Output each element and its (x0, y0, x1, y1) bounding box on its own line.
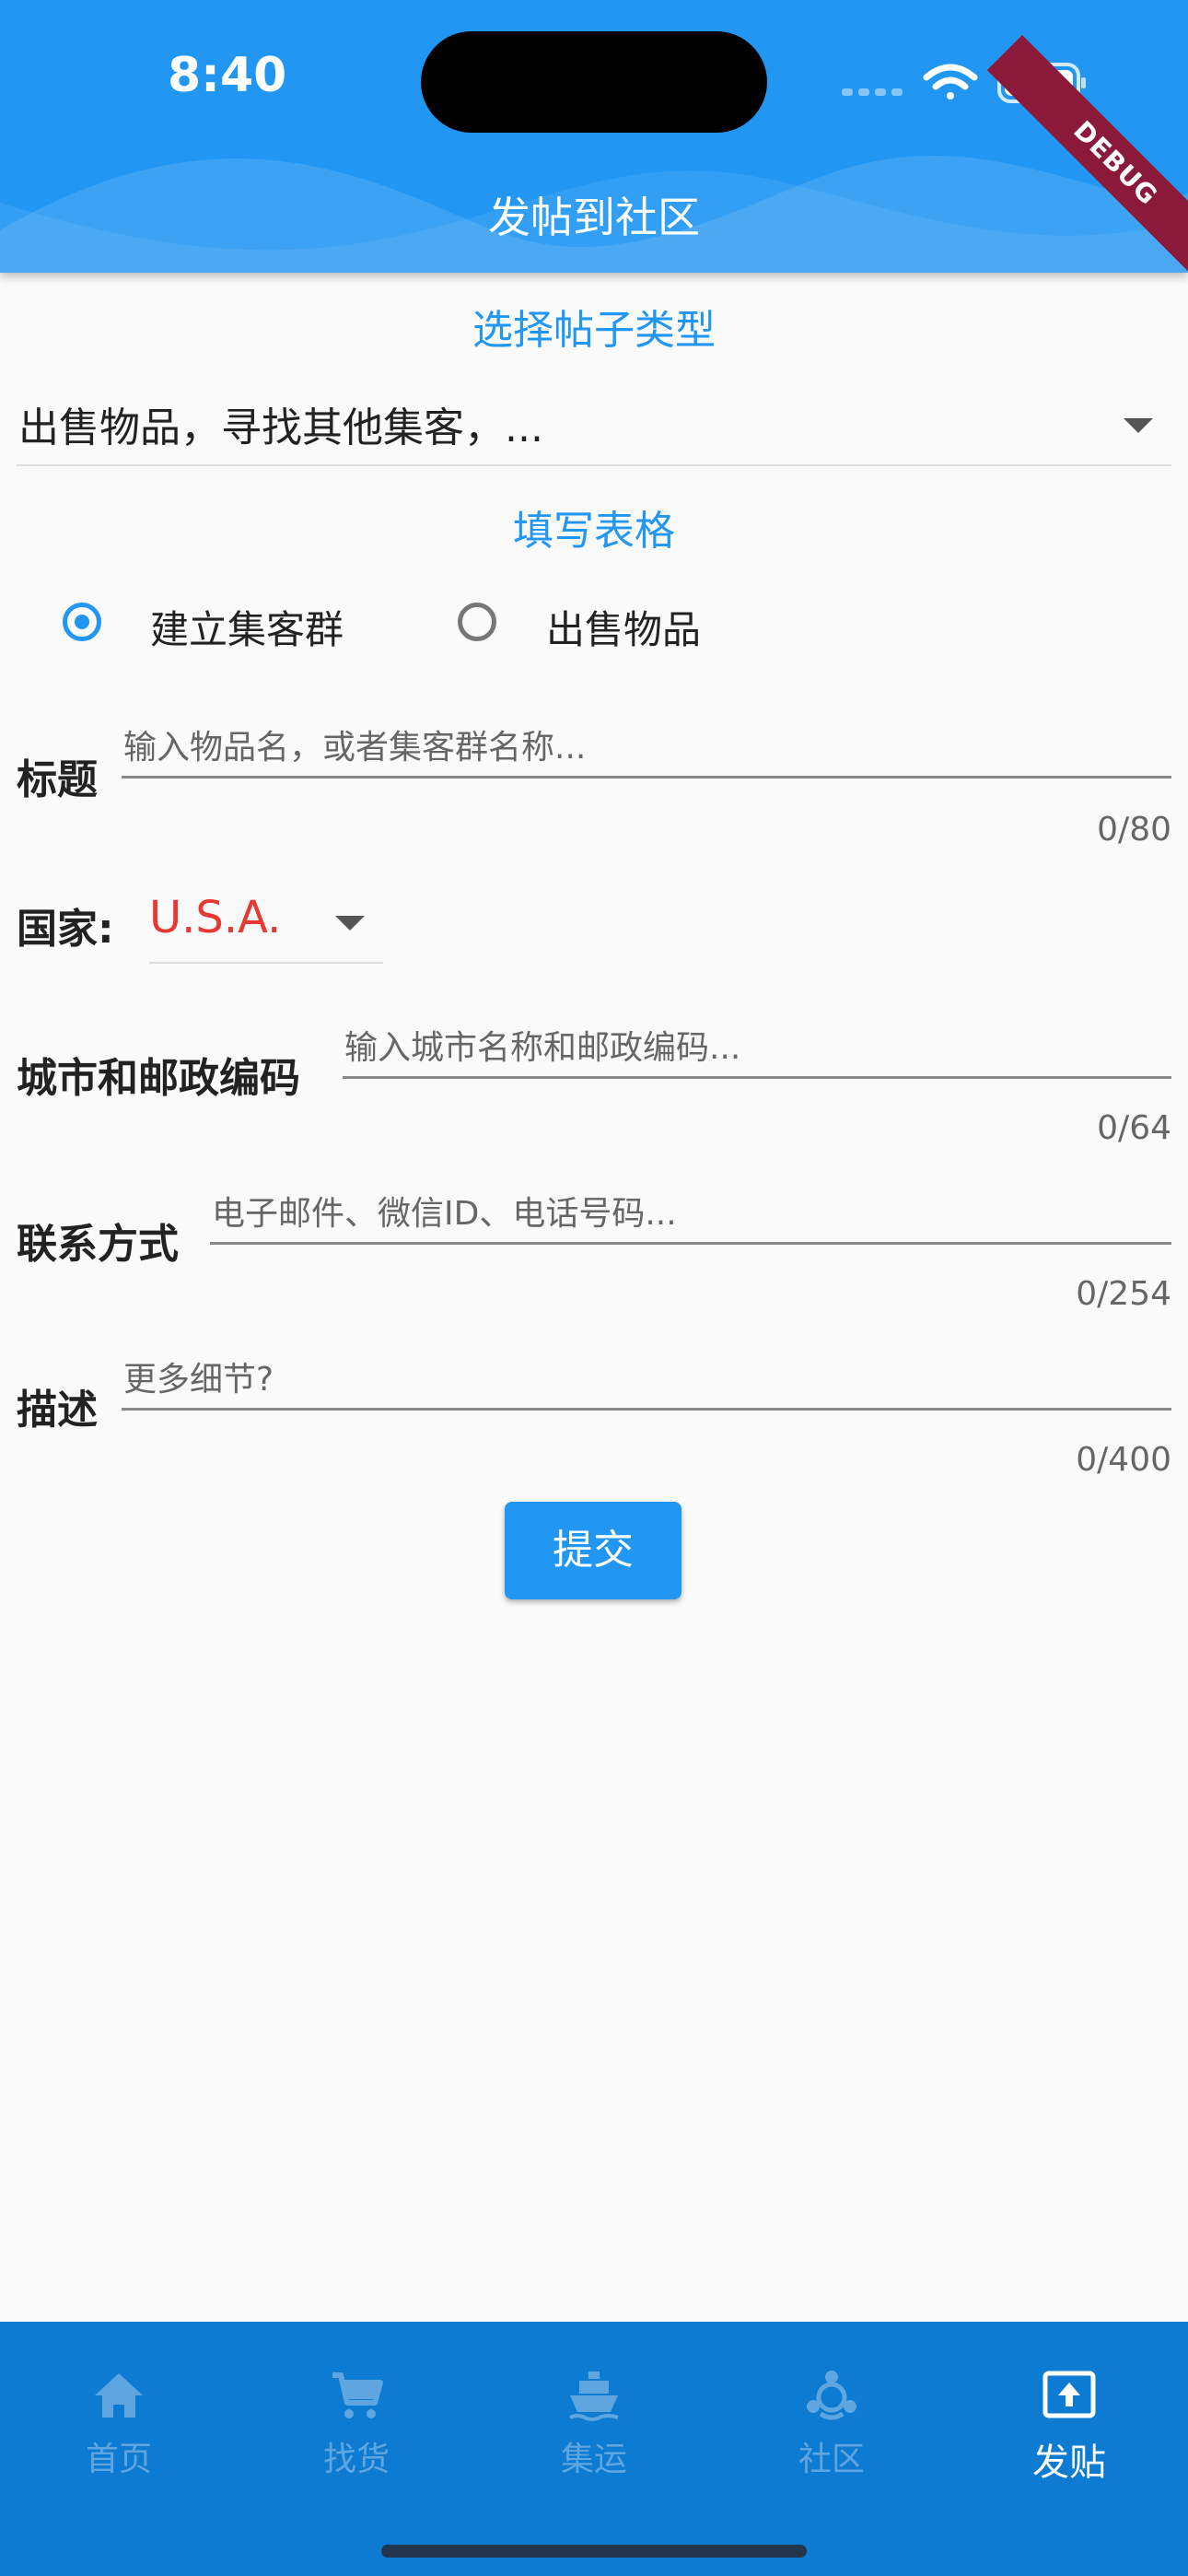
ship-icon (569, 2371, 619, 2421)
chevron-down-icon (335, 916, 365, 931)
nav-label-post: 发贴 (1032, 2441, 1106, 2484)
post-type-dropdown[interactable]: 出售物品，寻找其他集客，... (17, 385, 1171, 466)
country-label: 国家: (17, 906, 114, 953)
radio-create-group[interactable] (63, 603, 101, 641)
description-placeholder: 更多细节? (123, 1361, 274, 1399)
nav-item-post[interactable]: 发贴 (950, 2340, 1188, 2488)
dynamic-island (421, 31, 767, 133)
contact-label: 联系方式 (17, 1221, 179, 1268)
chevron-down-icon (1124, 418, 1153, 433)
nav-item-community[interactable]: 社区 (713, 2340, 950, 2488)
description-label: 描述 (17, 1387, 98, 1434)
description-char-counter: 0/400 (1076, 1441, 1171, 1479)
title-placeholder: 输入物品名，或者集客群名称... (123, 729, 587, 767)
post-type-heading: 选择帖子类型 (472, 307, 716, 354)
nav-label-shipping: 集运 (560, 2441, 627, 2478)
title-label: 标题 (17, 756, 98, 803)
nav-item-home[interactable]: 首页 (0, 2340, 238, 2488)
radio-sell-item[interactable] (458, 603, 496, 641)
post-upload-icon (1042, 2371, 1096, 2418)
home-icon (95, 2373, 143, 2418)
signal-icon (842, 88, 903, 96)
status-time: 8:40 (168, 48, 287, 103)
city-label: 城市和邮政编码 (17, 1055, 300, 1102)
city-char-counter: 0/64 (1097, 1109, 1171, 1147)
city-postal-input[interactable]: 输入城市名称和邮政编码... (343, 1021, 1171, 1079)
community-icon (807, 2371, 856, 2420)
post-type-selected-value: 出售物品，寻找其他集客，... (18, 404, 543, 451)
country-value: U.S.A. (149, 892, 282, 943)
title-input[interactable]: 输入物品名，或者集客群名称... (122, 720, 1171, 779)
nav-label-community: 社区 (798, 2441, 865, 2478)
title-char-counter: 0/80 (1097, 811, 1171, 849)
contact-char-counter: 0/254 (1076, 1275, 1171, 1313)
radio-create-group-label[interactable]: 建立集客群 (150, 599, 344, 655)
nav-label-find-goods: 找货 (322, 2441, 390, 2478)
wifi-icon (923, 64, 978, 100)
radio-sell-item-label[interactable]: 出售物品 (546, 599, 701, 655)
submit-button[interactable]: 提交 (505, 1502, 681, 1599)
nav-item-shipping[interactable]: 集运 (475, 2340, 713, 2488)
city-placeholder: 输入城市名称和邮政编码... (344, 1029, 741, 1067)
description-input[interactable]: 更多细节? (122, 1352, 1171, 1411)
bottom-navigation: 首页 找货 集运 社区 发贴 (0, 2322, 1188, 2576)
nav-label-home: 首页 (85, 2441, 152, 2478)
country-dropdown[interactable]: U.S.A. (149, 884, 383, 964)
form-heading: 填写表格 (513, 508, 675, 555)
page-title: 发帖到社区 (488, 193, 700, 242)
contact-placeholder: 电子邮件、微信ID、电话号码... (212, 1195, 677, 1233)
cart-icon (332, 2372, 383, 2418)
home-indicator (381, 2545, 807, 2558)
contact-input[interactable]: 电子邮件、微信ID、电话号码... (210, 1187, 1171, 1245)
app-header: 8:40 发帖到社区 (0, 0, 1188, 273)
nav-item-find-goods[interactable]: 找货 (238, 2340, 475, 2488)
